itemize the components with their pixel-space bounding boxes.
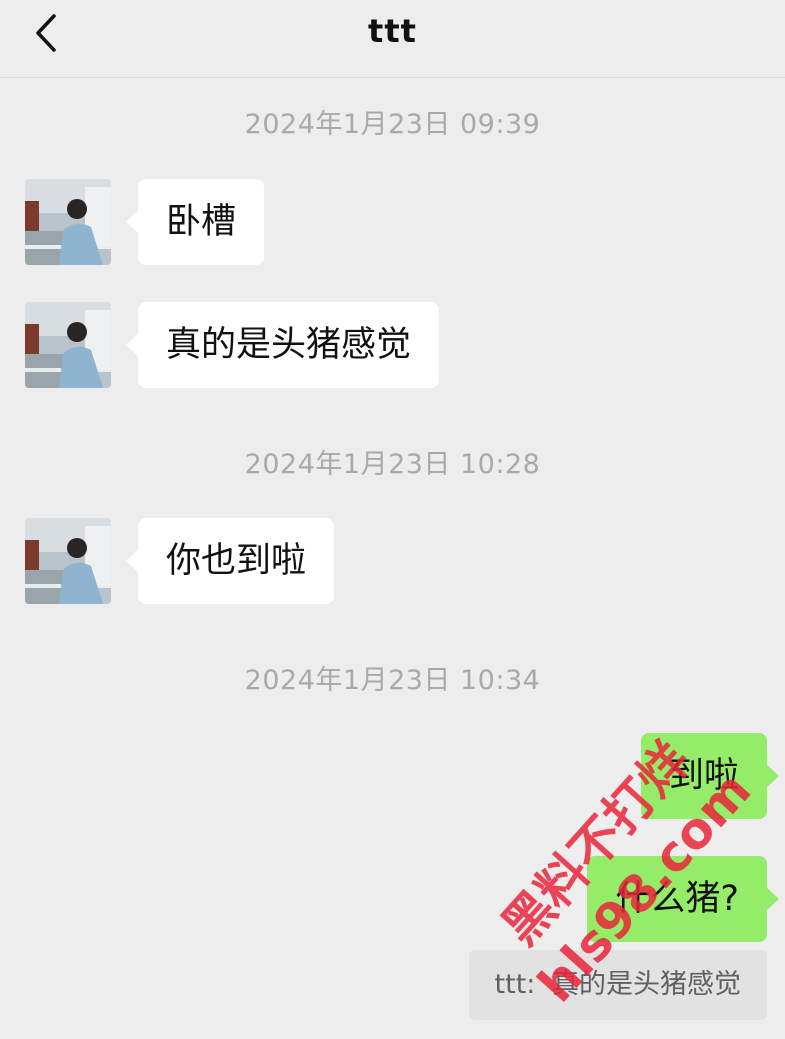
timestamp: 2024年1月23日 10:34 <box>244 665 541 696</box>
chat-title: ttt <box>368 12 417 50</box>
timestamp: 2024年1月23日 09:39 <box>244 109 541 140</box>
message-bubble-incoming[interactable]: 你也到啦 <box>125 518 335 604</box>
message-bubble-incoming[interactable]: 真的是头猪感觉 <box>125 302 440 388</box>
message-bubble-outgoing[interactable]: 到啦 <box>640 733 780 819</box>
avatar[interactable] <box>25 179 111 265</box>
quoted-message[interactable]: ttt: 真的是头猪感觉 <box>468 950 767 1020</box>
message-bubble-incoming[interactable]: 卧槽 <box>125 179 265 265</box>
avatar[interactable] <box>25 302 111 388</box>
quote-text: 真的是头猪感觉 <box>552 969 741 1000</box>
message-bubble-outgoing[interactable]: 什么猪? <box>587 856 779 942</box>
chat-header: ttt <box>0 0 785 78</box>
timestamp: 2024年1月23日 10:28 <box>244 449 541 480</box>
quote-sender: ttt: <box>494 969 536 1000</box>
avatar-photo <box>25 179 111 265</box>
avatar-photo <box>25 518 111 604</box>
avatar-photo <box>25 302 111 388</box>
avatar[interactable] <box>25 518 111 604</box>
